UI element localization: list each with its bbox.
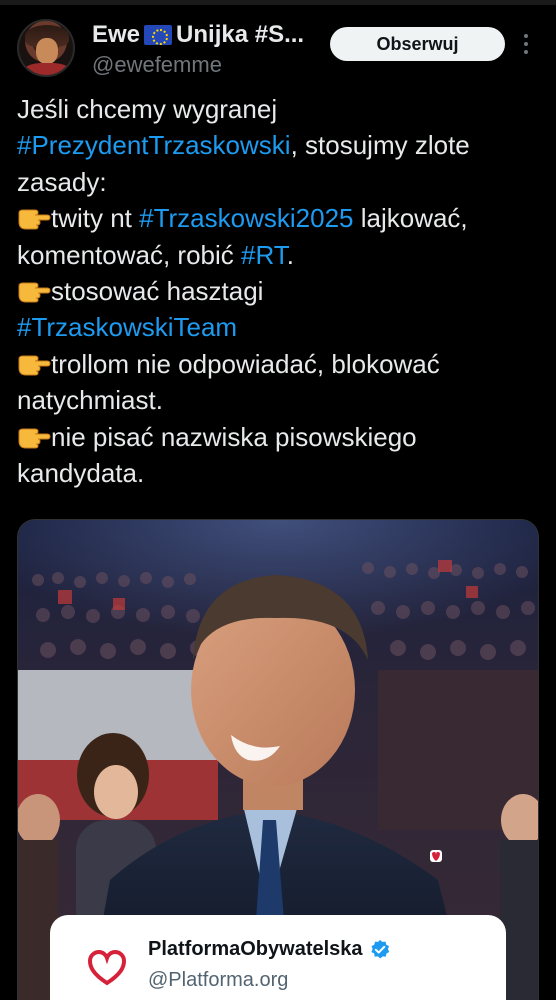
tweet-line: stosować hasztagi — [17, 273, 547, 309]
tweet-text-segment: , stosujmy zlote — [290, 130, 470, 161]
tweet-line: #PrezydentTrzaskowski, stosujmy zlote — [17, 127, 547, 163]
avatar[interactable] — [17, 19, 75, 77]
tweet-line: trollom nie odpowiadać, blokować — [17, 346, 547, 382]
author-handle[interactable]: @ewefemme — [92, 52, 222, 78]
tweet-line: #TrzaskowskiTeam — [17, 309, 547, 345]
author-name[interactable]: Ewe Unijka #S... — [92, 20, 304, 50]
quoted-tweet-card[interactable]: PlatformaObywatelska @Platforma.org — [50, 915, 506, 1000]
tweet-text-segment: zasady: — [17, 166, 107, 197]
hashtag-link[interactable]: #Trzaskowski2025 — [139, 203, 353, 233]
hashtag-link[interactable]: #RT — [241, 240, 287, 270]
avatar-face — [36, 38, 58, 64]
tweet-text: Jeśli chcemy wygranej #PrezydentTrzaskow… — [17, 91, 547, 491]
hashtag-link[interactable]: #PrezydentTrzaskowski — [17, 130, 291, 160]
tweet-line: natychmiast. — [17, 382, 547, 418]
tweet-text-segment: komentować, robić — [17, 239, 241, 270]
author-name-part2: Unijka #S... — [176, 21, 305, 48]
pointing-right-hand-icon — [17, 277, 51, 303]
tweet-text-segment: stosować hasztagi — [51, 275, 264, 306]
tweet-text-segment: . — [286, 239, 294, 270]
pointing-right-hand-icon — [17, 204, 51, 230]
quoted-author-handle[interactable]: @Platforma.org — [148, 969, 288, 992]
quoted-author-name: PlatformaObywatelska — [148, 938, 363, 960]
more-vertical-icon[interactable] — [519, 30, 533, 58]
tweet-header: Ewe Unijka #S... @ewefemme Obserwuj — [0, 0, 556, 90]
tweet-text-segment: trollom nie odpowiadać, blokować — [51, 348, 440, 379]
tweet-line: kandydata. — [17, 455, 547, 491]
tweet-line: komentować, robić #RT. — [17, 237, 547, 273]
tweet-text-segment: kandydata. — [17, 457, 145, 488]
hashtag-link[interactable]: #TrzaskowskiTeam — [17, 312, 237, 342]
tweet-line: twity nt #Trzaskowski2025 lajkować, — [17, 200, 547, 236]
tweet-text-segment: nie pisać nazwiska pisowskiego — [51, 421, 417, 452]
verified-badge-icon — [370, 939, 389, 958]
tweet-line: Jeśli chcemy wygranej — [17, 91, 547, 127]
author-name-part1: Ewe — [92, 21, 141, 48]
quoted-author-row[interactable]: PlatformaObywatelska — [148, 938, 391, 961]
pointing-right-hand-icon — [17, 423, 51, 449]
pointing-right-hand-icon — [17, 350, 51, 376]
avatar-clothing — [23, 63, 71, 75]
tweet-text-segment: natychmiast. — [17, 385, 163, 416]
tweet-line: zasady: — [17, 164, 547, 200]
tweet-text-segment: lajkować, — [353, 203, 468, 234]
tweet-text-segment: Jeśli chcemy wygranej — [17, 94, 278, 124]
eu-flag-icon — [144, 25, 173, 45]
follow-button[interactable]: Obserwuj — [330, 27, 505, 61]
heart-logo-icon — [88, 950, 126, 986]
tweet-line: nie pisać nazwiska pisowskiego — [17, 419, 547, 455]
tweet-text-segment: twity nt — [51, 203, 140, 234]
